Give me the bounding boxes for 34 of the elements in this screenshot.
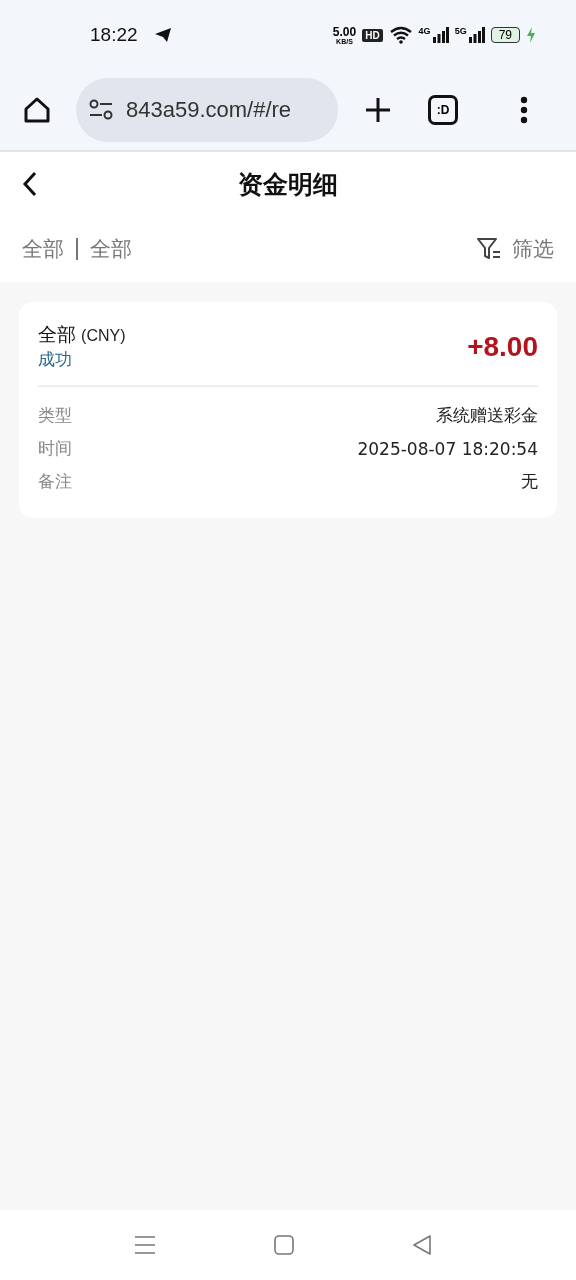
send-icon: [153, 27, 172, 43]
detail-value: 2025-08-07 18:20:54: [357, 438, 538, 459]
recent-apps-icon[interactable]: [134, 1235, 156, 1255]
back-icon[interactable]: [22, 171, 38, 197]
record-status: 成功: [38, 349, 72, 369]
site-settings-icon[interactable]: [88, 99, 114, 121]
filter-icon: [476, 237, 502, 261]
record-title: 全部: [38, 323, 76, 345]
tab-switcher[interactable]: :D: [428, 95, 458, 125]
record-amount: +8.00: [467, 330, 538, 363]
signal-icon: [468, 27, 485, 43]
signal-icon: [432, 27, 449, 43]
filter-button[interactable]: 筛选: [476, 235, 554, 263]
signal-label: 4G: [418, 26, 431, 36]
hd-badge: HD: [362, 28, 383, 42]
status-time: 18:22: [90, 24, 138, 46]
detail-value: 系统赠送彩金: [436, 404, 538, 427]
currency-label: (CNY): [81, 327, 126, 344]
home-button-icon[interactable]: [274, 1235, 294, 1255]
page-title: 资金明细: [237, 168, 339, 201]
home-icon[interactable]: [22, 95, 52, 125]
menu-icon[interactable]: [520, 96, 528, 124]
wifi-icon: [388, 26, 413, 44]
detail-value: 无: [521, 470, 538, 493]
filter-option[interactable]: 全部: [22, 235, 64, 263]
battery-level: 79: [490, 27, 520, 43]
back-button-icon[interactable]: [412, 1235, 432, 1255]
address-bar[interactable]: 843a59.com/#/re: [76, 78, 338, 142]
signal-label: 5G: [454, 26, 467, 36]
detail-label: 类型: [38, 404, 72, 427]
new-tab-icon[interactable]: [364, 96, 392, 124]
filter-option[interactable]: 全部: [90, 235, 132, 263]
detail-label: 备注: [38, 470, 72, 493]
detail-label: 时间: [38, 437, 72, 460]
